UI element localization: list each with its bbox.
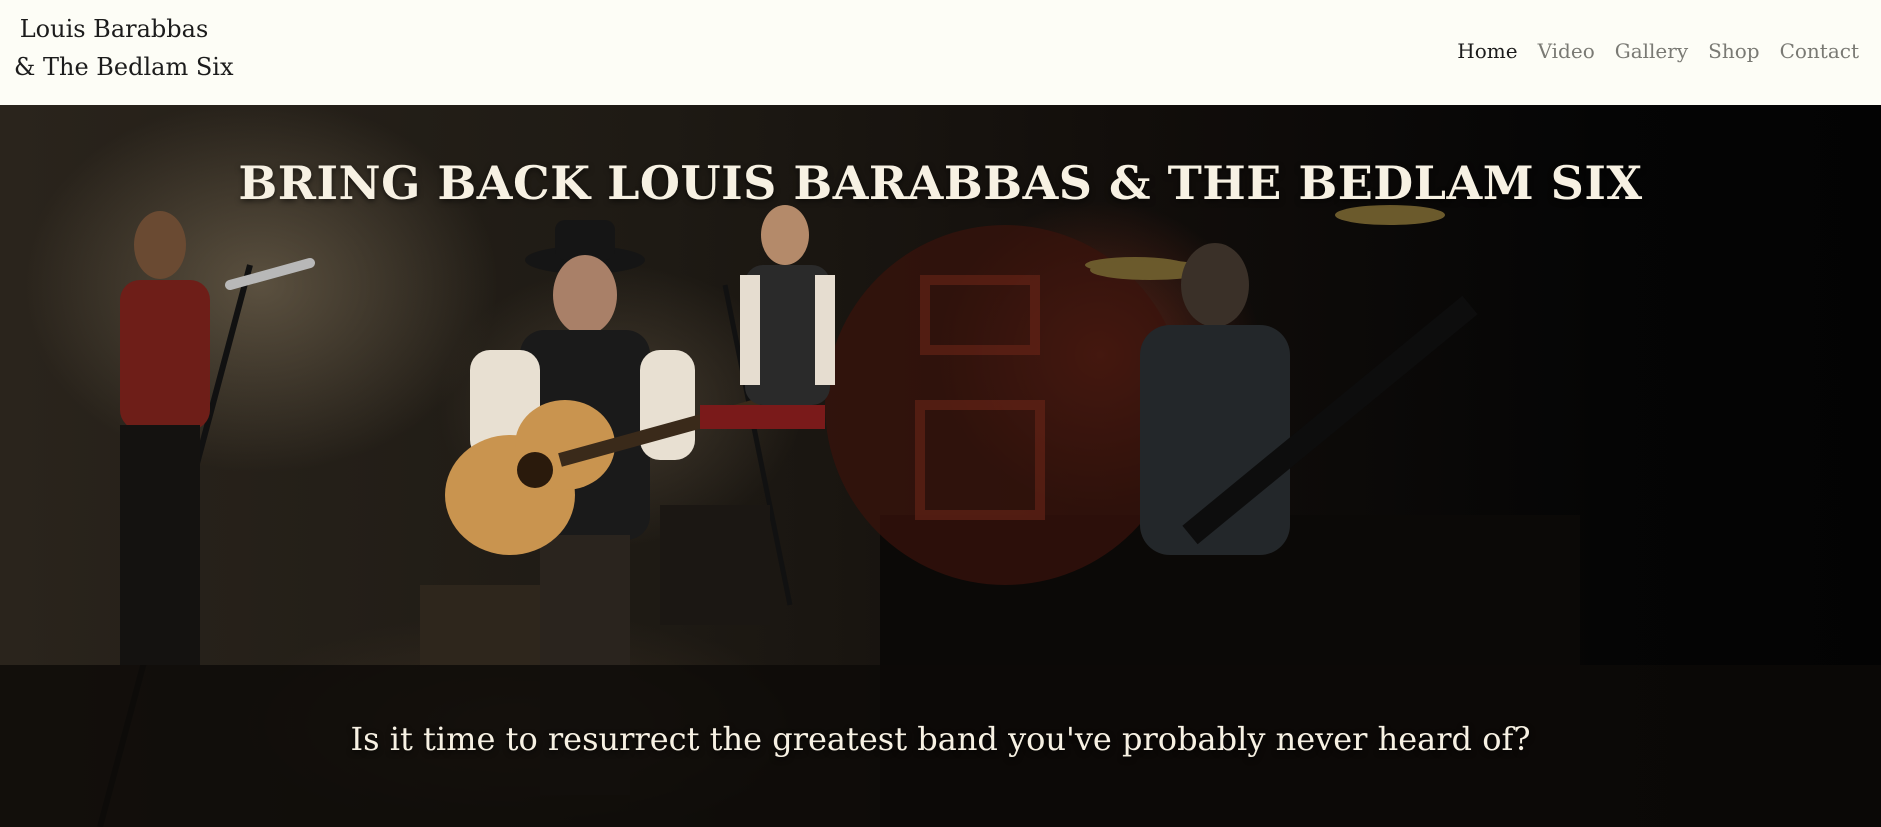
- brand-line-1[interactable]: Louis Barabbas: [14, 10, 214, 48]
- site-header: Louis Barabbas & The Bedlam Six Home Vid…: [0, 0, 1881, 105]
- hero-subtitle: Is it time to resurrect the greatest ban…: [350, 720, 1531, 758]
- hero-banner: BRING BACK LOUIS BARABBAS & THE BEDLAM S…: [0, 105, 1881, 827]
- nav-home[interactable]: Home: [1457, 36, 1517, 66]
- nav-video[interactable]: Video: [1538, 36, 1595, 66]
- keyboard: [700, 405, 825, 429]
- musician-left-head: [134, 211, 186, 279]
- singer-head: [553, 255, 617, 335]
- musician-left-body: [120, 280, 210, 430]
- main-nav: Home Video Gallery Shop Contact: [1457, 36, 1859, 66]
- nav-shop[interactable]: Shop: [1708, 36, 1759, 66]
- nav-gallery[interactable]: Gallery: [1615, 36, 1688, 66]
- nav-contact[interactable]: Contact: [1780, 36, 1859, 66]
- hero-title: BRING BACK LOUIS BARABBAS & THE BEDLAM S…: [238, 156, 1643, 210]
- brand-line-2[interactable]: & The Bedlam Six: [14, 48, 234, 86]
- site-brand[interactable]: Louis Barabbas & The Bedlam Six: [14, 10, 234, 86]
- stage-amp: [420, 585, 540, 665]
- bassist-head: [1181, 243, 1249, 327]
- keyboardist-head: [761, 205, 809, 265]
